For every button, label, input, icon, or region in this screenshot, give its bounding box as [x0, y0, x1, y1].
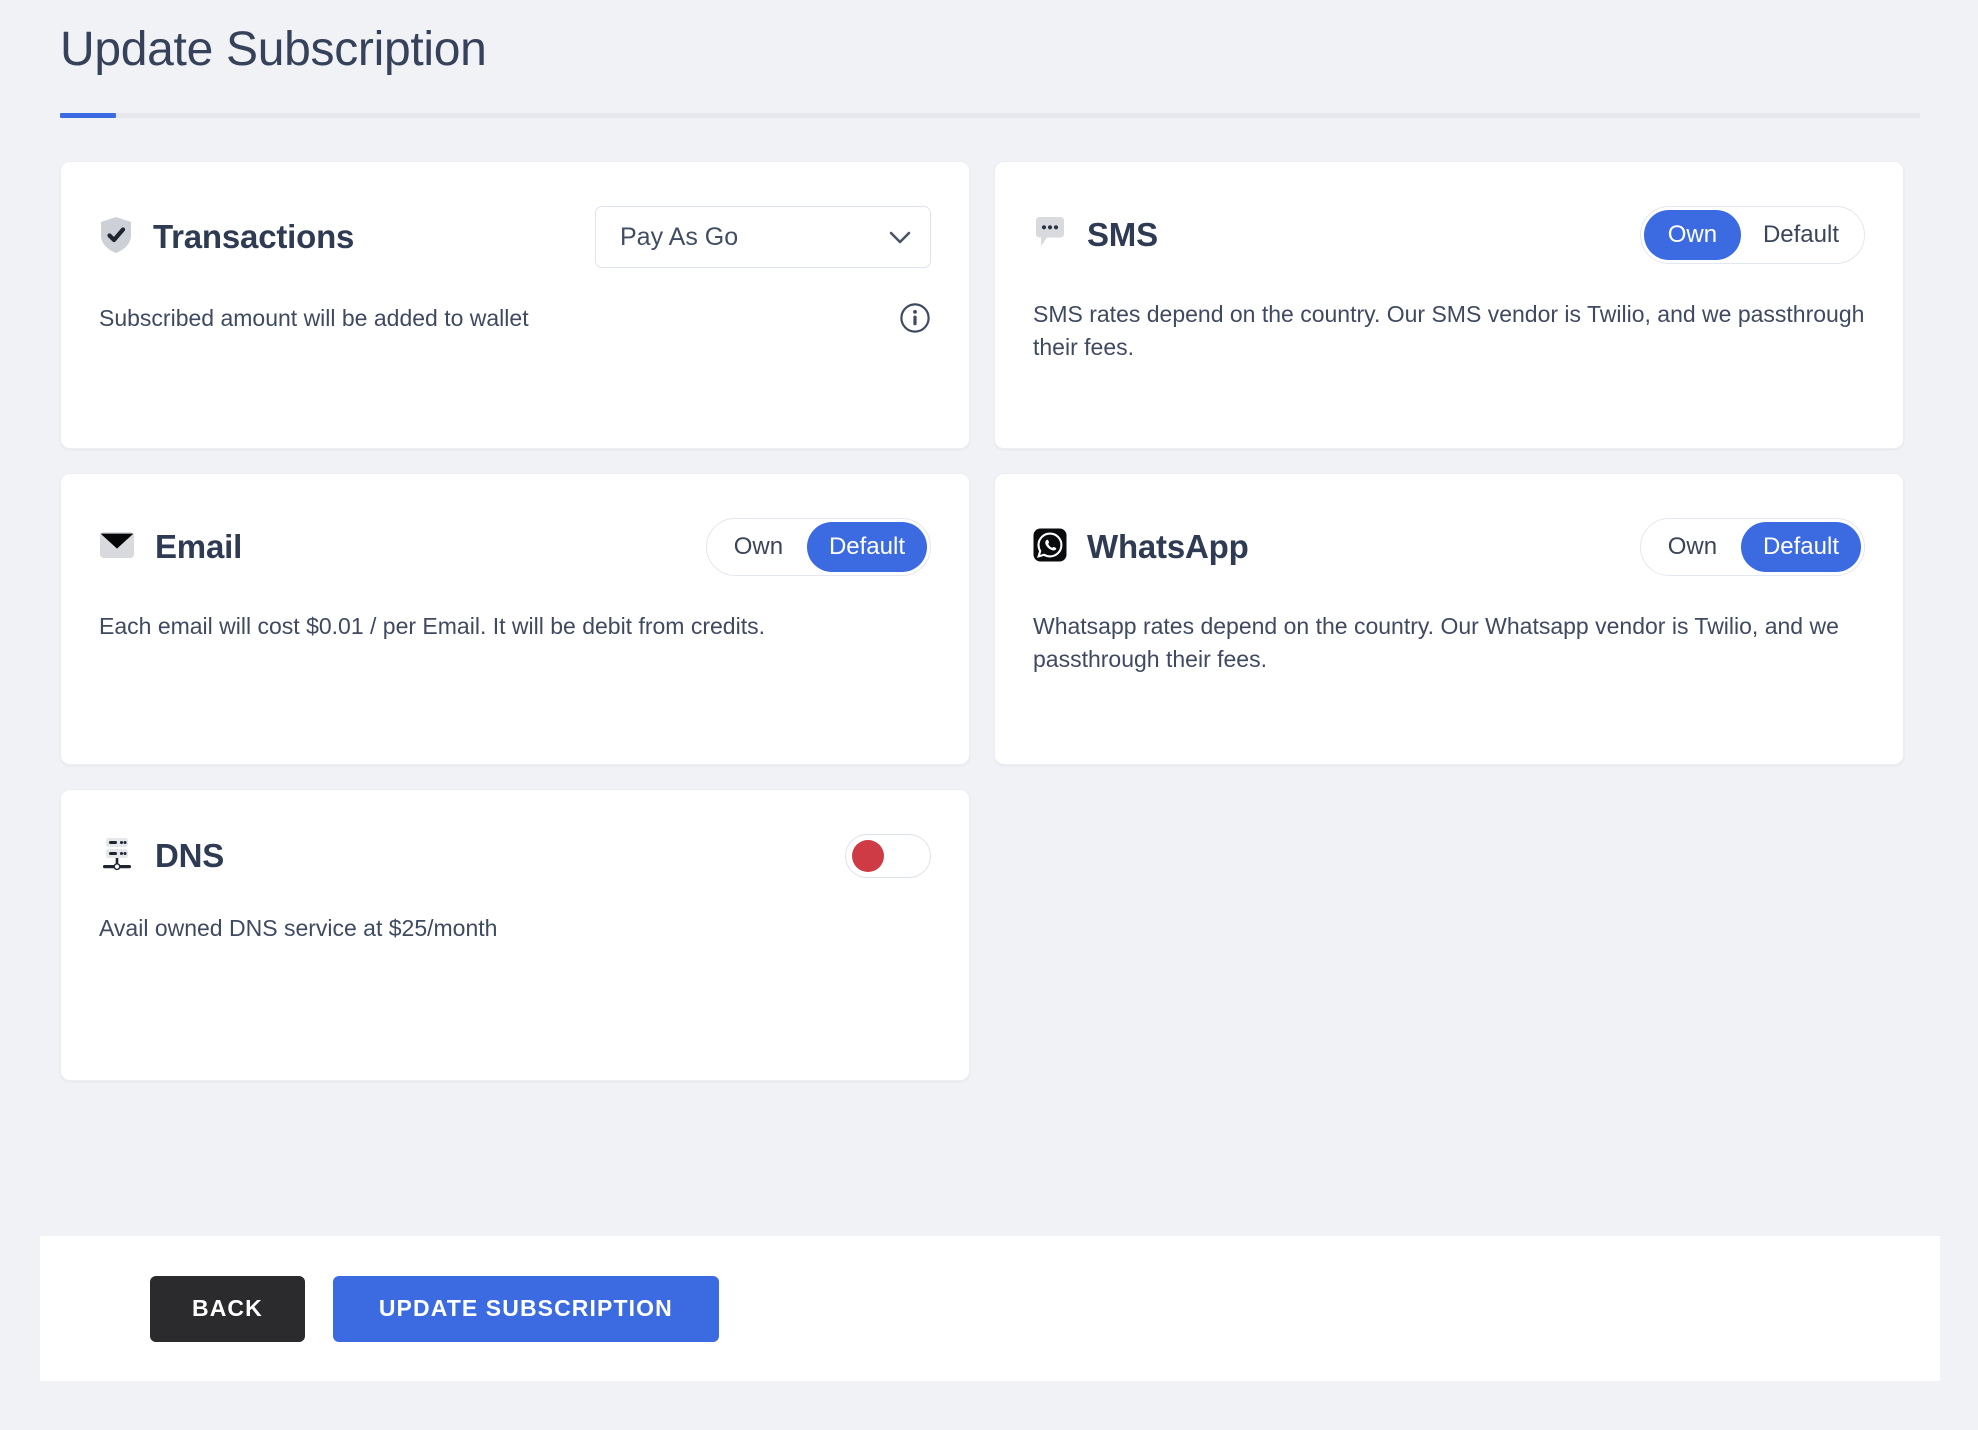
card-email-description: Each email will cost $0.01 / per Email. …	[99, 613, 765, 639]
email-option-default[interactable]: Default	[806, 522, 927, 572]
dns-server-icon	[99, 836, 135, 877]
card-whatsapp-title: WhatsApp	[1087, 528, 1249, 565]
card-dns: DNS Avail owned DNS service at $25/month	[60, 789, 970, 1081]
sms-option-own[interactable]: Own	[1643, 210, 1741, 260]
card-email-title: Email	[155, 528, 243, 565]
card-email-header: Email Own Default	[99, 474, 931, 576]
card-whatsapp-title-group: WhatsApp	[1033, 528, 1249, 567]
card-transactions-title-group: Transactions	[99, 216, 354, 259]
card-email: Email Own Default Each email will cost $…	[60, 473, 970, 765]
card-transactions: Transactions Pay As Go Subscribed amount…	[60, 161, 970, 449]
shield-check-icon	[99, 216, 133, 259]
page-header: Update Subscription	[60, 22, 1920, 119]
card-transactions-title: Transactions	[153, 218, 355, 255]
card-whatsapp-header: WhatsApp Own Default	[1033, 474, 1865, 576]
chevron-down-icon	[889, 231, 911, 244]
info-circle-icon[interactable]	[899, 302, 931, 334]
update-subscription-button[interactable]: UPDATE SUBSCRIPTION	[332, 1275, 719, 1342]
whatsapp-option-default[interactable]: Default	[1740, 522, 1861, 572]
envelope-icon	[99, 530, 135, 565]
header-accent-bar	[60, 113, 116, 119]
card-sms-title-group: SMS	[1033, 216, 1158, 255]
card-email-title-group: Email	[99, 528, 242, 566]
header-divider	[60, 113, 1920, 119]
dns-toggle-switch[interactable]	[845, 834, 931, 878]
email-provider-toggle[interactable]: Own Default	[705, 518, 931, 576]
sms-provider-toggle[interactable]: Own Default	[1639, 206, 1865, 264]
transactions-plan-value: Pay As Go	[620, 222, 739, 251]
whatsapp-provider-toggle[interactable]: Own Default	[1639, 518, 1865, 576]
subscription-cards-grid: Transactions Pay As Go Subscribed amount…	[60, 161, 1904, 1081]
card-transactions-header: Transactions Pay As Go	[99, 162, 931, 268]
chat-bubble-icon	[1033, 216, 1067, 255]
card-dns-title-group: DNS	[99, 836, 224, 877]
whatsapp-option-own[interactable]: Own	[1644, 522, 1741, 572]
card-dns-description: Avail owned DNS service at $25/month	[99, 915, 498, 941]
card-sms: SMS Own Default SMS rates depend on the …	[994, 161, 1904, 449]
card-whatsapp: WhatsApp Own Default Whatsapp rates depe…	[994, 473, 1904, 765]
update-subscription-page: Update Subscription Transactions Pay As …	[0, 0, 1978, 1430]
transactions-plan-select[interactable]: Pay As Go	[595, 206, 931, 268]
card-dns-header: DNS	[99, 790, 931, 878]
card-sms-header: SMS Own Default	[1033, 162, 1865, 264]
transactions-description-row: Subscribed amount will be added to walle…	[99, 302, 931, 335]
sms-option-default[interactable]: Default	[1741, 210, 1861, 260]
card-transactions-description: Subscribed amount will be added to walle…	[99, 305, 529, 331]
card-sms-description: SMS rates depend on the country. Our SMS…	[1033, 301, 1865, 360]
card-dns-title: DNS	[155, 837, 225, 874]
card-whatsapp-description: Whatsapp rates depend on the country. Ou…	[1033, 613, 1839, 672]
page-footer: BACK UPDATE SUBSCRIPTION	[40, 1236, 1940, 1381]
dns-toggle-knob	[852, 840, 884, 872]
email-option-own[interactable]: Own	[710, 522, 807, 572]
whatsapp-icon	[1033, 528, 1067, 567]
page-title: Update Subscription	[60, 23, 487, 76]
back-button[interactable]: BACK	[150, 1275, 305, 1342]
card-sms-title: SMS	[1087, 216, 1158, 253]
